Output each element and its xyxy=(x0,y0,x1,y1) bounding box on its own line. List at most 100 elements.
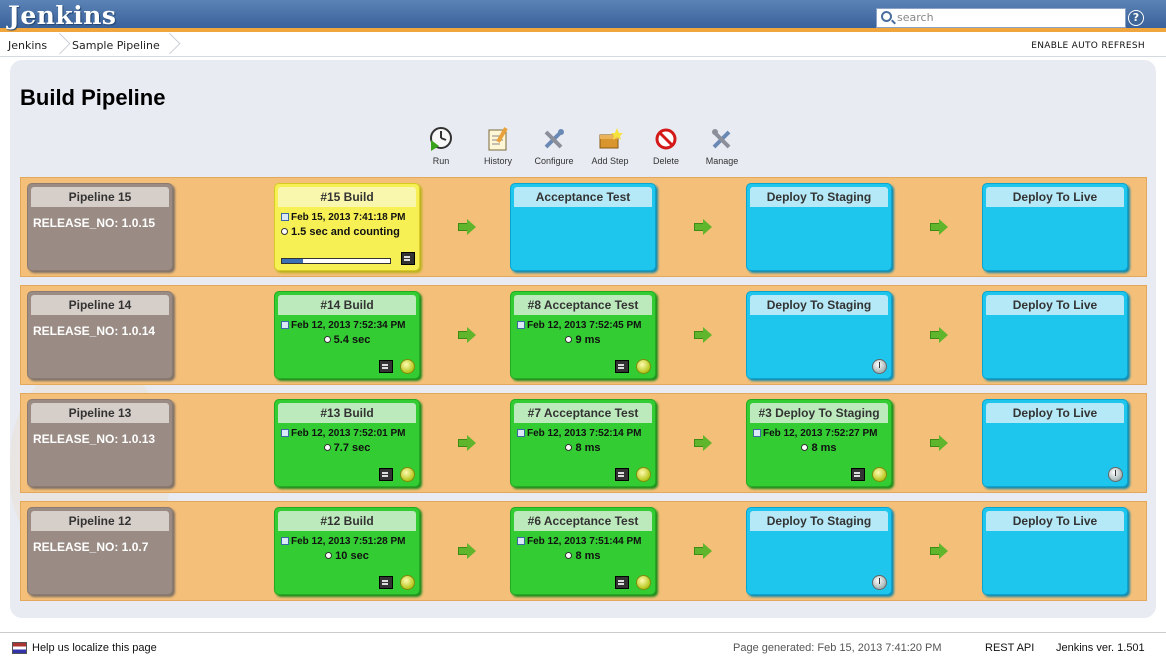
pipeline-card[interactable]: Pipeline 14 RELEASE_NO: 1.0.14 xyxy=(27,291,173,379)
console-icon[interactable] xyxy=(615,576,629,589)
rerun-icon[interactable] xyxy=(400,359,415,374)
console-icon[interactable] xyxy=(615,360,629,373)
stage-title[interactable]: #8 Acceptance Test xyxy=(514,295,652,315)
page-title: Build Pipeline xyxy=(20,85,166,110)
help-icon[interactable]: ? xyxy=(1128,10,1144,26)
stage-card[interactable]: #15 Build Feb 15, 2013 7:41:18 PM 1.5 sec … xyxy=(274,183,420,271)
stage-card[interactable]: Deploy To Live xyxy=(982,507,1128,595)
rerun-icon[interactable] xyxy=(872,467,887,482)
configure-button[interactable]: Configure xyxy=(524,126,584,166)
stage-card[interactable]: Deploy To Staging xyxy=(746,507,892,595)
stage-card[interactable]: #8 Acceptance Test Feb 12, 2013 7:52:45 P… xyxy=(510,291,656,379)
arrow-head xyxy=(703,543,712,559)
stage-duration: 8 ms xyxy=(511,442,655,454)
stage-title[interactable]: #3 Deploy To Staging xyxy=(750,403,888,423)
jenkins-logo[interactable]: Jenkins xyxy=(8,1,116,30)
stage-duration: 5.4 sec xyxy=(275,334,419,346)
localize-flag-icon xyxy=(12,642,27,654)
console-icon[interactable] xyxy=(851,468,865,481)
history-button[interactable]: History xyxy=(468,126,528,166)
stage-date-text: Feb 12, 2013 7:52:01 PM xyxy=(291,428,406,439)
calendar-icon xyxy=(281,321,289,329)
calendar-icon xyxy=(517,321,525,329)
breadcrumb-sample-pipeline[interactable]: Sample Pipeline xyxy=(72,39,160,52)
stage-title[interactable]: #13 Build xyxy=(278,403,416,423)
search-icon xyxy=(881,11,892,22)
console-icon[interactable] xyxy=(615,468,629,481)
rest-api-link[interactable]: REST API xyxy=(985,642,1034,654)
calendar-icon xyxy=(281,429,289,437)
console-icon[interactable] xyxy=(379,360,393,373)
delete-button[interactable]: Delete xyxy=(636,126,696,166)
stage-card[interactable]: #13 Build Feb 12, 2013 7:52:01 PM 7.7 sec xyxy=(274,399,420,487)
history-icon xyxy=(485,126,511,152)
rerun-icon[interactable] xyxy=(400,467,415,482)
rerun-icon[interactable] xyxy=(400,575,415,590)
breadcrumb-separator-icon xyxy=(168,36,178,57)
search-input[interactable]: search xyxy=(876,8,1126,28)
stage-card[interactable]: #3 Deploy To Staging Feb 12, 2013 7:52:27… xyxy=(746,399,892,487)
stage-card[interactable]: Deploy To Live xyxy=(982,399,1128,487)
stage-card[interactable]: #6 Acceptance Test Feb 12, 2013 7:51:44 P… xyxy=(510,507,656,595)
manage-button[interactable]: Manage xyxy=(692,126,752,166)
add-step-label: Add Step xyxy=(591,156,629,166)
stage-title[interactable]: Deploy To Staging xyxy=(750,187,888,207)
manual-trigger-icon[interactable] xyxy=(872,359,887,374)
next-stage-arrow-icon xyxy=(458,327,476,343)
stage-title[interactable]: #14 Build xyxy=(278,295,416,315)
stage-card[interactable]: Deploy To Live xyxy=(982,183,1128,271)
arrow-head xyxy=(939,543,948,559)
next-stage-arrow-icon xyxy=(694,435,712,451)
delete-label: Delete xyxy=(652,156,679,166)
add-step-icon xyxy=(597,126,623,152)
stage-title[interactable]: Deploy To Staging xyxy=(750,511,888,531)
run-icon xyxy=(428,126,454,152)
stage-duration-text: 5.4 sec xyxy=(333,334,371,346)
stage-card[interactable]: #12 Build Feb 12, 2013 7:51:28 PM 10 sec xyxy=(274,507,420,595)
stage-card[interactable]: #7 Acceptance Test Feb 12, 2013 7:52:14 P… xyxy=(510,399,656,487)
pipeline-card[interactable]: Pipeline 15 RELEASE_NO: 1.0.15 xyxy=(27,183,173,271)
rerun-icon[interactable] xyxy=(636,575,651,590)
stage-card[interactable]: Deploy To Staging xyxy=(746,291,892,379)
manage-label: Manage xyxy=(705,156,739,166)
stage-title[interactable]: #7 Acceptance Test xyxy=(514,403,652,423)
stage-date: Feb 12, 2013 7:51:44 PM xyxy=(517,536,642,547)
stage-card[interactable]: #14 Build Feb 12, 2013 7:52:34 PM 5.4 sec xyxy=(274,291,420,379)
stage-card[interactable]: Acceptance Test xyxy=(510,183,656,271)
rerun-icon[interactable] xyxy=(636,359,651,374)
stage-title[interactable]: Acceptance Test xyxy=(514,187,652,207)
stage-date-text: Feb 12, 2013 7:51:28 PM xyxy=(291,536,406,547)
rerun-icon[interactable] xyxy=(636,467,651,482)
localize-link[interactable]: Help us localize this page xyxy=(32,642,157,654)
stage-title[interactable]: Deploy To Live xyxy=(986,187,1124,207)
stage-title[interactable]: #6 Acceptance Test xyxy=(514,511,652,531)
stage-duration: 7.7 sec xyxy=(275,442,419,454)
stage-card[interactable]: Deploy To Staging xyxy=(746,183,892,271)
manual-trigger-icon[interactable] xyxy=(872,575,887,590)
add-step-button[interactable]: Add Step xyxy=(580,126,640,166)
pipeline-row: Pipeline 14 RELEASE_NO: 1.0.14 #14 Build Fe… xyxy=(20,285,1147,385)
run-button[interactable]: Run xyxy=(411,126,471,166)
search-placeholder: search xyxy=(897,11,934,24)
stage-title[interactable]: Deploy To Live xyxy=(986,403,1124,423)
enable-auto-refresh-link[interactable]: ENABLE AUTO REFRESH xyxy=(1031,41,1145,51)
console-icon[interactable] xyxy=(401,252,415,265)
pipeline-row: Pipeline 15 RELEASE_NO: 1.0.15 #15 Build Fe… xyxy=(20,177,1147,277)
stage-title[interactable]: Deploy To Live xyxy=(986,511,1124,531)
stage-title[interactable]: Deploy To Live xyxy=(986,295,1124,315)
breadcrumb-jenkins[interactable]: Jenkins xyxy=(8,39,47,52)
jenkins-version[interactable]: Jenkins ver. 1.501 xyxy=(1056,642,1145,654)
next-stage-arrow-icon xyxy=(458,543,476,559)
console-icon[interactable] xyxy=(379,576,393,589)
stage-title[interactable]: Deploy To Staging xyxy=(750,295,888,315)
pipeline-card[interactable]: Pipeline 13 RELEASE_NO: 1.0.13 xyxy=(27,399,173,487)
next-stage-arrow-icon xyxy=(694,327,712,343)
stage-title[interactable]: #12 Build xyxy=(278,511,416,531)
arrow-head xyxy=(703,435,712,451)
stage-card[interactable]: Deploy To Live xyxy=(982,291,1128,379)
console-icon[interactable] xyxy=(379,468,393,481)
stage-title[interactable]: #15 Build xyxy=(278,187,416,207)
manual-trigger-icon[interactable] xyxy=(1108,467,1123,482)
pipeline-card[interactable]: Pipeline 12 RELEASE_NO: 1.0.7 xyxy=(27,507,173,595)
clock-icon xyxy=(325,552,333,559)
